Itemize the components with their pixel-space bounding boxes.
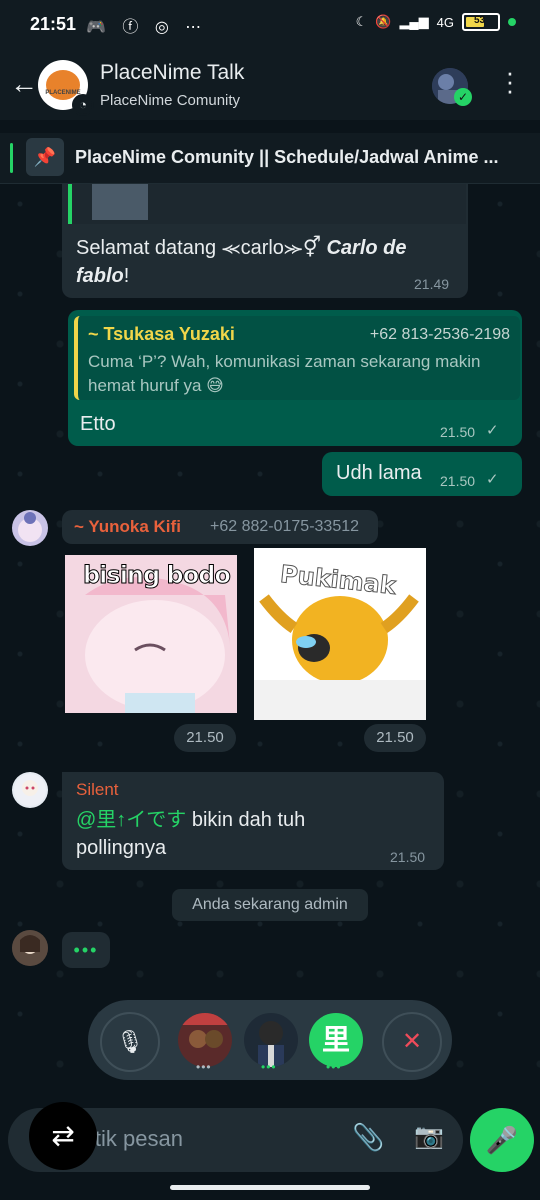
pinned-indicator xyxy=(10,143,13,173)
sender-header: ~ Yunoka Kifi +62 882-0175-33512 xyxy=(62,510,378,544)
message-time: 21.50 xyxy=(440,424,476,440)
quoted-preview xyxy=(68,184,466,224)
signal-icon: ▂▄▆ xyxy=(399,14,429,29)
message-text: Etto xyxy=(80,413,116,435)
message-bubble[interactable]: ~ Tsukasa Yuzaki +62 813-2536-2198 Cuma … xyxy=(68,310,522,446)
message-text-prefix: Selamat datang ⪻carlo⪼⚥ xyxy=(76,237,327,259)
message-text: @里↑イです bikin dah tuh pollingnya xyxy=(76,806,376,862)
message-text-suffix: ! xyxy=(123,265,130,287)
avatar-art xyxy=(14,774,46,806)
mention-link[interactable]: @里↑イです xyxy=(76,809,186,831)
typing-indicator: ••• xyxy=(62,932,110,968)
camera-icon[interactable]: 📷 xyxy=(414,1122,444,1151)
participant-initial: 里 xyxy=(321,1024,350,1055)
avatar[interactable] xyxy=(12,510,48,546)
close-icon[interactable]: ✕ xyxy=(382,1012,442,1072)
participant-avatar[interactable]: 里 xyxy=(309,1013,363,1067)
privacy-indicator-dot xyxy=(508,18,516,26)
message-time: 21.50 xyxy=(390,849,426,865)
quoted-text: Cuma ‘P’? Wah, komunikasi zaman sekarang… xyxy=(88,352,481,395)
attach-icon[interactable]: 📎 xyxy=(352,1122,384,1153)
quoted-thumbnail xyxy=(92,184,148,220)
avatar[interactable] xyxy=(12,772,48,808)
quoted-sender-phone: +62 813-2536-2198 xyxy=(369,326,510,343)
message-text: Udh lama xyxy=(336,462,422,484)
message-bubble[interactable]: Udh lama 21.50 ✓ xyxy=(322,452,522,496)
menu-dots-icon[interactable]: · · · xyxy=(500,59,520,103)
sender-name[interactable]: Silent xyxy=(76,780,119,800)
quoted-sender-name: ~ Tsukasa Yuzaki xyxy=(88,324,235,344)
battery-icon: 53 xyxy=(462,13,500,31)
avatar-art xyxy=(244,1013,298,1067)
sticker-time: 21.50 xyxy=(174,724,236,752)
message-time: 21.50 xyxy=(440,473,476,489)
avatar-art xyxy=(178,1013,232,1067)
participant-avatar[interactable] xyxy=(244,1013,298,1067)
pin-icon[interactable]: 📌 xyxy=(26,138,64,176)
check-icon: ✓ xyxy=(486,471,499,488)
back-arrow-icon[interactable]: ← xyxy=(10,68,38,100)
check-icon: ✓ xyxy=(486,422,499,439)
system-icons: ☾ 🔕 ▂▄▆ 4G 53 xyxy=(356,13,516,31)
message-time: 21.49 xyxy=(414,276,450,292)
participant-avatar[interactable] xyxy=(178,1013,232,1067)
sticker-caption: bising bodo xyxy=(83,561,232,590)
chat-title[interactable]: PlaceNime Talk xyxy=(100,61,244,85)
sticker-time: 21.50 xyxy=(364,724,426,752)
moon-icon: ☾ xyxy=(355,14,368,29)
message-bubble[interactable]: Silent @里↑イです bikin dah tuh pollingnya 2… xyxy=(62,772,444,870)
avatar-art xyxy=(12,930,48,966)
navigation-handle[interactable] xyxy=(170,1185,370,1190)
mic-off-icon[interactable]: 🎙 xyxy=(100,1012,160,1072)
quoted-message[interactable]: ~ Tsukasa Yuzaki +62 813-2536-2198 Cuma … xyxy=(74,316,520,400)
sender-phone: +62 882-0175-33512 xyxy=(210,518,360,535)
sticker-image[interactable]: Pukimak xyxy=(254,548,426,720)
message-text: Selamat datang ⪻carlo⪼⚥ Carlo de fablo! xyxy=(76,234,436,290)
switch-camera-icon[interactable]: ⇄ xyxy=(29,1102,97,1170)
participant-status: ••• xyxy=(261,1060,277,1074)
sticker-image[interactable]: bising bodo xyxy=(65,555,237,713)
avatar[interactable] xyxy=(12,930,48,966)
participant-status: ••• xyxy=(196,1060,212,1074)
pinned-message-text[interactable]: PlaceNime Comunity || Schedule/Jadwal An… xyxy=(75,147,499,168)
avatar-art xyxy=(18,512,42,542)
community-icon: ◔ xyxy=(72,94,94,116)
status-time: 21:51 xyxy=(30,14,77,34)
message-bubble[interactable]: Selamat datang ⪻carlo⪼⚥ Carlo de fablo! … xyxy=(62,184,468,298)
chat-subtitle[interactable]: PlaceNime Comunity xyxy=(100,92,240,109)
participant-status: ••• xyxy=(326,1060,342,1074)
battery-level: 53 xyxy=(474,15,486,26)
network-type: 4G xyxy=(436,14,454,30)
mute-icon: 🔕 xyxy=(375,14,392,29)
sender-name[interactable]: ~ Yunoka Kifi xyxy=(74,517,181,537)
check-icon: ✓ xyxy=(454,88,472,106)
mic-icon[interactable]: 🎤 xyxy=(470,1108,534,1172)
system-message: Anda sekarang admin xyxy=(172,889,368,921)
notification-icons: 🎮 ⓕ ◎ ⋯ xyxy=(86,19,208,36)
